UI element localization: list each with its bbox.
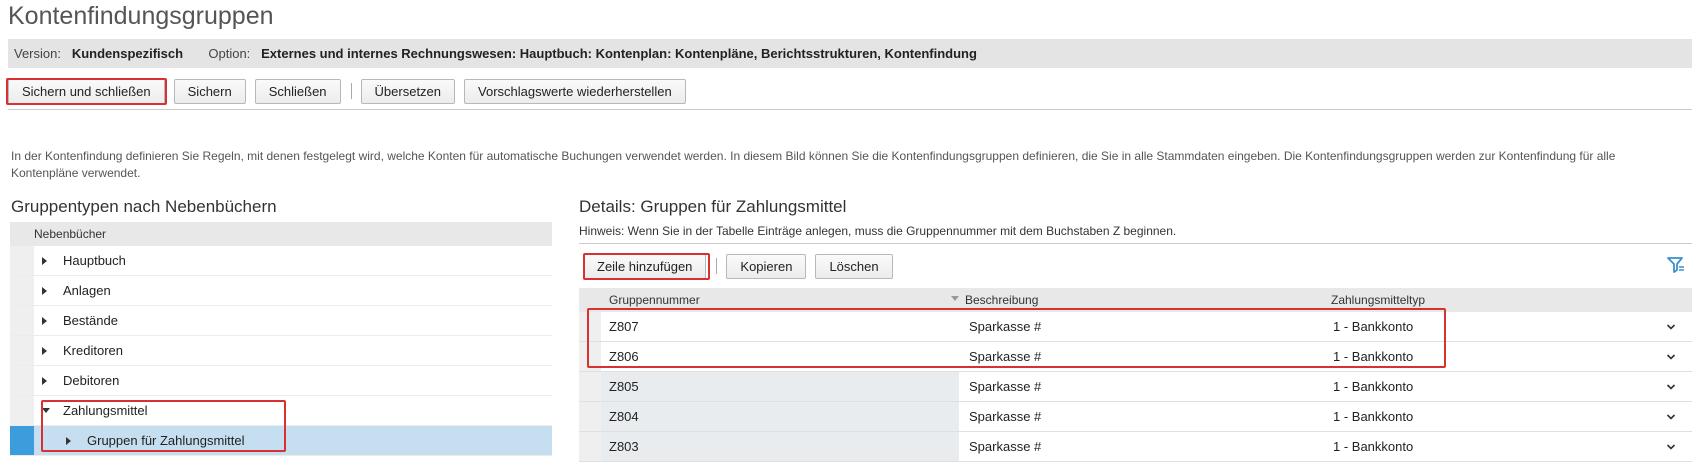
chevron-down-icon[interactable]: [1666, 412, 1676, 422]
group-number-cell: Z803: [601, 432, 959, 461]
details-hint: Hinweis: Wenn Sie in der Tabelle Einträg…: [579, 224, 1177, 238]
toolbar-separator: [716, 258, 718, 274]
description-input[interactable]: Sparkasse #: [961, 342, 1319, 371]
tree-column-header: Nebenbücher: [10, 222, 552, 246]
add-row-button[interactable]: Zeile hinzufügen: [583, 253, 707, 279]
option-value: Externes und internes Rechnungswesen: Ha…: [261, 46, 977, 61]
description-input[interactable]: Sparkasse #: [961, 432, 1319, 461]
group-number-cell: Z805: [601, 372, 959, 401]
tree-item-anlagen[interactable]: Anlagen: [10, 276, 552, 306]
table-row[interactable]: Z804 Sparkasse # 1 - Bankkonto: [579, 402, 1692, 432]
tree-item-bestaende[interactable]: Bestände: [10, 306, 552, 336]
chevron-down-icon[interactable]: [1666, 322, 1676, 332]
page-title: Kontenfindungsgruppen: [8, 2, 274, 30]
left-panel-title: Gruppentypen nach Nebenbüchern: [11, 197, 277, 216]
collapse-arrow-icon[interactable]: [42, 408, 50, 413]
main-toolbar: Sichern und schließen Sichern Schließen …: [8, 77, 695, 105]
table-row[interactable]: Z806 Sparkasse # 1 - Bankkonto: [579, 342, 1692, 372]
description-input[interactable]: Sparkasse #: [961, 372, 1319, 401]
group-number-input[interactable]: Z807: [601, 312, 959, 341]
table-toolbar: Zeile hinzufügen Kopieren Löschen: [583, 252, 902, 280]
tree-item-gruppen-zahlungsmittel[interactable]: Gruppen für Zahlungsmittel: [10, 426, 552, 456]
payment-type-select[interactable]: 1 - Bankkonto: [1327, 312, 1692, 341]
close-button[interactable]: Schließen: [254, 78, 341, 104]
option-label: Option:: [208, 46, 251, 61]
chevron-down-icon[interactable]: [1666, 382, 1676, 392]
chevron-down-icon[interactable]: [1666, 442, 1676, 452]
table-row[interactable]: Z803 Sparkasse # 1 - Bankkonto: [579, 432, 1692, 462]
table-row[interactable]: Z807 Sparkasse # 1 - Bankkonto: [579, 312, 1692, 342]
details-divider: [579, 243, 1692, 244]
subledger-tree: Nebenbücher Hauptbuch Anlagen Bestände K…: [10, 222, 552, 464]
description-input[interactable]: Sparkasse #: [961, 312, 1319, 341]
expand-arrow-icon[interactable]: [42, 257, 47, 265]
restore-defaults-button[interactable]: Vorschlagswerte wiederherstellen: [464, 78, 686, 104]
toolbar-divider: [8, 109, 1692, 110]
table-header: Gruppennummer Beschreibung Zahlungsmitte…: [579, 288, 1692, 312]
tree-item-label: Gruppen für Zahlungsmittel: [87, 433, 245, 448]
chevron-down-icon[interactable]: [1666, 352, 1676, 362]
save-and-close-button[interactable]: Sichern und schließen: [8, 78, 165, 104]
expand-arrow-icon[interactable]: [42, 377, 47, 385]
tree-item-debitoren[interactable]: Debitoren: [10, 366, 552, 396]
expand-arrow-icon[interactable]: [66, 437, 71, 445]
save-button[interactable]: Sichern: [173, 78, 246, 104]
expand-arrow-icon[interactable]: [42, 347, 47, 355]
tree-item-label: Hauptbuch: [63, 253, 126, 268]
description-text: In der Kontenfindung definieren Sie Rege…: [11, 149, 1616, 180]
tree-item-label: Zahlungsmittel: [63, 403, 148, 418]
copy-button[interactable]: Kopieren: [726, 253, 807, 279]
payment-type-select[interactable]: 1 - Bankkonto: [1327, 402, 1692, 431]
translate-button[interactable]: Übersetzen: [360, 78, 456, 104]
group-number-input[interactable]: Z806: [601, 342, 959, 371]
group-number-cell: Z804: [601, 402, 959, 431]
info-bar: Version: Kundenspezifisch Option: Extern…: [8, 39, 1692, 68]
tree-item-label: Bestände: [63, 313, 118, 328]
expand-arrow-icon[interactable]: [42, 287, 47, 295]
details-title: Details: Gruppen für Zahlungsmittel: [579, 197, 847, 216]
delete-button[interactable]: Löschen: [815, 253, 893, 279]
column-header-description[interactable]: Beschreibung: [965, 288, 1038, 312]
tree-item-label: Kreditoren: [63, 343, 123, 358]
tree-item-kreditoren[interactable]: Kreditoren: [10, 336, 552, 366]
groups-table: Gruppennummer Beschreibung Zahlungsmitte…: [579, 288, 1692, 462]
version-label: Version:: [14, 46, 61, 61]
tree-item-zahlungsmittel[interactable]: Zahlungsmittel: [10, 396, 552, 426]
expand-arrow-icon[interactable]: [42, 317, 47, 325]
payment-type-select[interactable]: 1 - Bankkonto: [1327, 372, 1692, 401]
filter-settings-icon[interactable]: [1667, 256, 1685, 274]
column-header-payment-type[interactable]: Zahlungsmitteltyp: [1331, 288, 1425, 312]
payment-type-select[interactable]: 1 - Bankkonto: [1327, 342, 1692, 371]
sort-icon[interactable]: [951, 296, 959, 301]
description-input[interactable]: Sparkasse #: [961, 402, 1319, 431]
column-header-group-number[interactable]: Gruppennummer: [609, 288, 700, 312]
tree-item-label: Anlagen: [63, 283, 111, 298]
payment-type-select[interactable]: 1 - Bankkonto: [1327, 432, 1692, 461]
table-row[interactable]: Z805 Sparkasse # 1 - Bankkonto: [579, 372, 1692, 402]
tree-item-label: Debitoren: [63, 373, 120, 388]
tree-item-hauptbuch[interactable]: Hauptbuch: [10, 246, 552, 276]
toolbar-separator: [350, 83, 352, 99]
version-value: Kundenspezifisch: [71, 46, 184, 61]
